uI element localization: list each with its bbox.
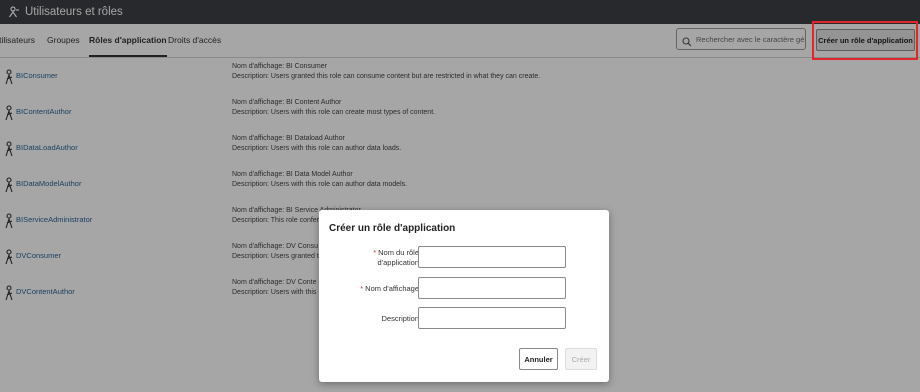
role-name-label-line1: Nom du rôle: [378, 248, 419, 257]
required-marker: *: [373, 248, 377, 257]
display-name-label: * Nom d'affichage: [360, 284, 419, 294]
display-name-label-text: Nom d'affichage: [365, 284, 419, 293]
role-name-input[interactable]: [418, 246, 566, 268]
create-role-dialog: Créer un rôle d'application * Nom du rôle…: [319, 210, 609, 382]
required-marker: *: [360, 284, 364, 293]
create-button[interactable]: Créer: [565, 348, 597, 370]
cancel-button[interactable]: Annuler: [519, 348, 558, 370]
display-name-input[interactable]: [418, 277, 566, 299]
description-input[interactable]: [418, 307, 566, 329]
dialog-title: Créer un rôle d'application: [329, 223, 456, 234]
role-name-label-line2: d'application: [377, 258, 419, 267]
role-name-label: * Nom du rôle d'application: [373, 248, 419, 268]
description-label: Description: [381, 314, 419, 323]
